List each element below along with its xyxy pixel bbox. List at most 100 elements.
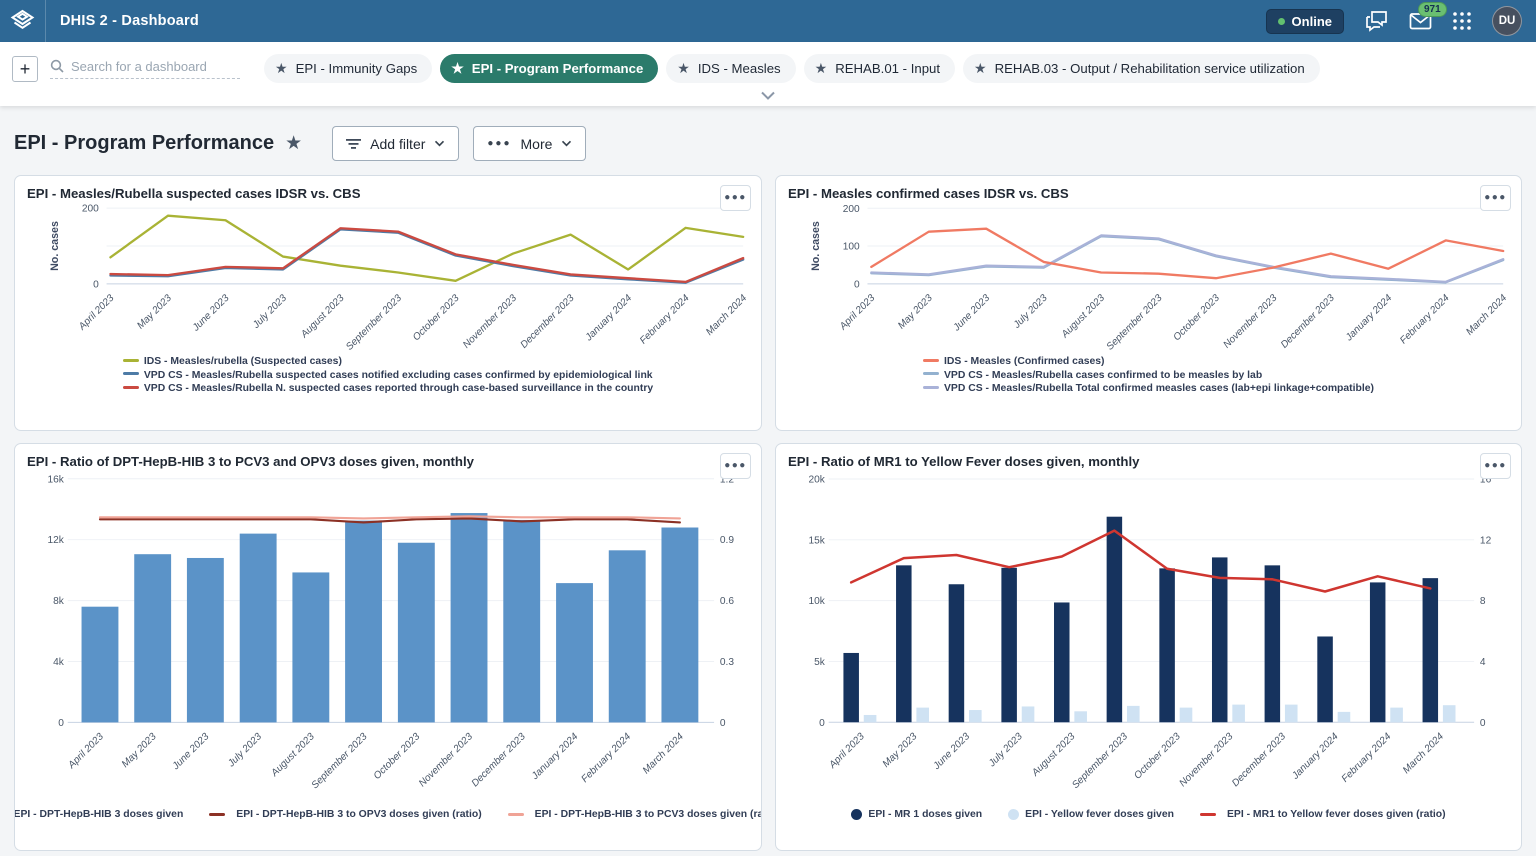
- svg-text:April 2023: April 2023: [827, 731, 868, 772]
- svg-text:October 2023: October 2023: [1132, 731, 1183, 782]
- dashboard-chip[interactable]: ★EPI - Program Performance: [440, 54, 658, 83]
- chart-card-mr1-ratio: EPI - Ratio of MR1 to Yellow Fever doses…: [775, 443, 1522, 851]
- legend-item[interactable]: VPD CS - Measles/Rubella suspected cases…: [123, 369, 653, 383]
- chart-title: EPI - Measles confirmed cases IDSR vs. C…: [788, 186, 1509, 201]
- dashboard-chip[interactable]: ★ EPI - Immunity Gaps: [264, 54, 432, 83]
- svg-text:0.9: 0.9: [720, 535, 734, 546]
- legend-line-icon: [923, 359, 939, 362]
- star-icon: ★: [677, 60, 690, 77]
- svg-text:No. cases: No. cases: [49, 221, 61, 271]
- legend-item[interactable]: EPI - Yellow fever doses given: [1008, 809, 1174, 820]
- legend-label: EPI - DPT-HepB-HIB 3 to OPV3 doses given…: [236, 809, 481, 820]
- more-label: More: [521, 136, 553, 152]
- chart-card-measles-confirmed: EPI - Measles confirmed cases IDSR vs. C…: [775, 175, 1522, 431]
- svg-text:June 2023: June 2023: [951, 292, 993, 334]
- svg-text:September 2023: September 2023: [310, 731, 370, 791]
- dashboard-chip[interactable]: ★REHAB.03 - Output / Rehabilitation serv…: [963, 54, 1320, 83]
- legend-item[interactable]: VPD CS - Measles/Rubella Total confirmed…: [923, 382, 1374, 396]
- legend-item[interactable]: IDS - Measles (Confirmed cases): [923, 355, 1374, 369]
- legend-label: VPD CS - Measles/Rubella N. suspected ca…: [144, 383, 653, 394]
- more-button[interactable]: ●●● More: [473, 126, 586, 161]
- apps-menu-button[interactable]: [1452, 11, 1472, 31]
- svg-text:November 2023: November 2023: [461, 292, 519, 350]
- legend-block: IDS - Measles/rubella (Suspected cases)V…: [123, 355, 653, 396]
- svg-text:0: 0: [819, 718, 825, 729]
- user-avatar[interactable]: DU: [1492, 6, 1522, 36]
- line-chart-canvas: 0100200No. casesApril 2023May 2023June 2…: [788, 203, 1509, 354]
- legend-item[interactable]: EPI - MR1 to Yellow fever doses given (r…: [1200, 809, 1446, 820]
- chip-label: EPI - Immunity Gaps: [296, 61, 418, 76]
- new-dashboard-button[interactable]: +: [12, 56, 38, 82]
- legend-line-icon: [923, 386, 939, 389]
- legend-item[interactable]: VPD CS - Measles/Rubella N. suspected ca…: [123, 382, 653, 396]
- chart-legend: EPI - MR 1 doses given EPI - Yellow fever…: [788, 809, 1509, 820]
- legend-line-icon: [209, 813, 225, 816]
- svg-text:0: 0: [93, 279, 99, 290]
- filter-icon: [346, 138, 361, 150]
- svg-text:May 2023: May 2023: [135, 292, 174, 331]
- chevron-down-icon: [434, 140, 445, 147]
- legend-line-icon: [923, 372, 939, 375]
- star-dashboard-icon[interactable]: ★: [285, 132, 302, 155]
- svg-text:July 2023: July 2023: [986, 731, 1025, 770]
- svg-text:100: 100: [843, 242, 860, 253]
- online-label: Online: [1292, 14, 1332, 29]
- svg-text:December 2023: December 2023: [1279, 292, 1337, 350]
- legend-item[interactable]: EPI - DPT-HepB-HIB 3 to PCV3 doses given…: [508, 809, 762, 820]
- svg-text:September 2023: September 2023: [1105, 292, 1165, 352]
- legend-item[interactable]: EPI - MR 1 doses given: [851, 809, 982, 820]
- svg-text:July 2023: July 2023: [1011, 292, 1050, 331]
- card-more-button[interactable]: ●●●: [720, 453, 751, 479]
- dashboard-grid: EPI - Measles/Rubella suspected cases ID…: [0, 175, 1536, 856]
- svg-text:October 2023: October 2023: [1171, 292, 1222, 343]
- svg-text:November 2023: November 2023: [1177, 731, 1235, 789]
- legend-line-icon: [508, 813, 524, 816]
- legend-item[interactable]: VPD CS - Measles/Rubella cases confirmed…: [923, 369, 1374, 383]
- card-more-button[interactable]: ●●●: [720, 185, 751, 211]
- dashboard-chip[interactable]: ★IDS - Measles: [666, 54, 795, 83]
- svg-text:April 2023: April 2023: [66, 731, 107, 772]
- svg-text:November 2023: November 2023: [1221, 292, 1279, 350]
- dashboard-chip[interactable]: ★REHAB.01 - Input: [804, 54, 955, 83]
- legend-label: VPD CS - Measles/Rubella suspected cases…: [144, 370, 653, 381]
- svg-text:4k: 4k: [53, 657, 65, 668]
- legend-label: EPI - DPT-HepB-HIB 3 to PCV3 doses given…: [535, 809, 762, 820]
- legend-label: EPI - MR1 to Yellow fever doses given (r…: [1227, 809, 1446, 820]
- dashboard-chips: ★EPI - Immunity Gaps★EPI - Program Perfo…: [264, 54, 1320, 83]
- svg-text:10k: 10k: [808, 596, 825, 607]
- svg-text:0.3: 0.3: [720, 657, 734, 668]
- svg-text:May 2023: May 2023: [896, 292, 935, 331]
- svg-text:October 2023: October 2023: [372, 731, 423, 782]
- star-icon: ★: [275, 60, 288, 77]
- legend-line-icon: [123, 372, 139, 375]
- legend-item[interactable]: IDS - Measles/rubella (Suspected cases): [123, 355, 653, 369]
- svg-text:200: 200: [82, 204, 99, 215]
- online-dot-icon: [1278, 18, 1285, 25]
- legend-line-icon: [123, 386, 139, 389]
- chip-label: EPI - Program Performance: [472, 61, 644, 76]
- online-status-badge[interactable]: Online: [1266, 9, 1344, 34]
- chart-card-dpt-ratio: EPI - Ratio of DPT-HepB-HIB 3 to PCV3 an…: [14, 443, 762, 851]
- svg-text:12: 12: [1480, 535, 1492, 546]
- card-more-button[interactable]: ●●●: [1480, 453, 1511, 479]
- interpretations-button[interactable]: [1364, 10, 1389, 33]
- legend-label: VPD CS - Measles/Rubella cases confirmed…: [944, 370, 1262, 381]
- star-icon: ★: [815, 60, 828, 77]
- legend-item[interactable]: EPI - DPT-HepB-HIB 3 doses given: [14, 809, 183, 820]
- svg-text:12k: 12k: [47, 535, 64, 546]
- combo-chart-canvas: 004k0.38k0.612k0.916k1.2April 2023May 20…: [27, 471, 749, 801]
- add-filter-button[interactable]: Add filter: [332, 126, 459, 161]
- add-filter-label: Add filter: [370, 136, 425, 152]
- svg-text:March 2024: March 2024: [704, 292, 749, 337]
- svg-text:August 2023: August 2023: [1029, 731, 1077, 779]
- collapse-chevron-icon[interactable]: [760, 91, 776, 100]
- messages-button[interactable]: 971: [1409, 12, 1432, 30]
- dashboard-search[interactable]: [50, 59, 240, 79]
- svg-text:June 2023: June 2023: [170, 731, 212, 773]
- card-more-button[interactable]: ●●●: [1480, 185, 1511, 211]
- legend-item[interactable]: EPI - DPT-HepB-HIB 3 to OPV3 doses given…: [209, 809, 481, 820]
- svg-text:September 2023: September 2023: [344, 292, 404, 352]
- search-input[interactable]: [71, 59, 231, 74]
- chart-legend: IDS - Measles (Confirmed cases)VPD CS - …: [788, 355, 1509, 396]
- dhis2-logo-icon[interactable]: [0, 0, 46, 42]
